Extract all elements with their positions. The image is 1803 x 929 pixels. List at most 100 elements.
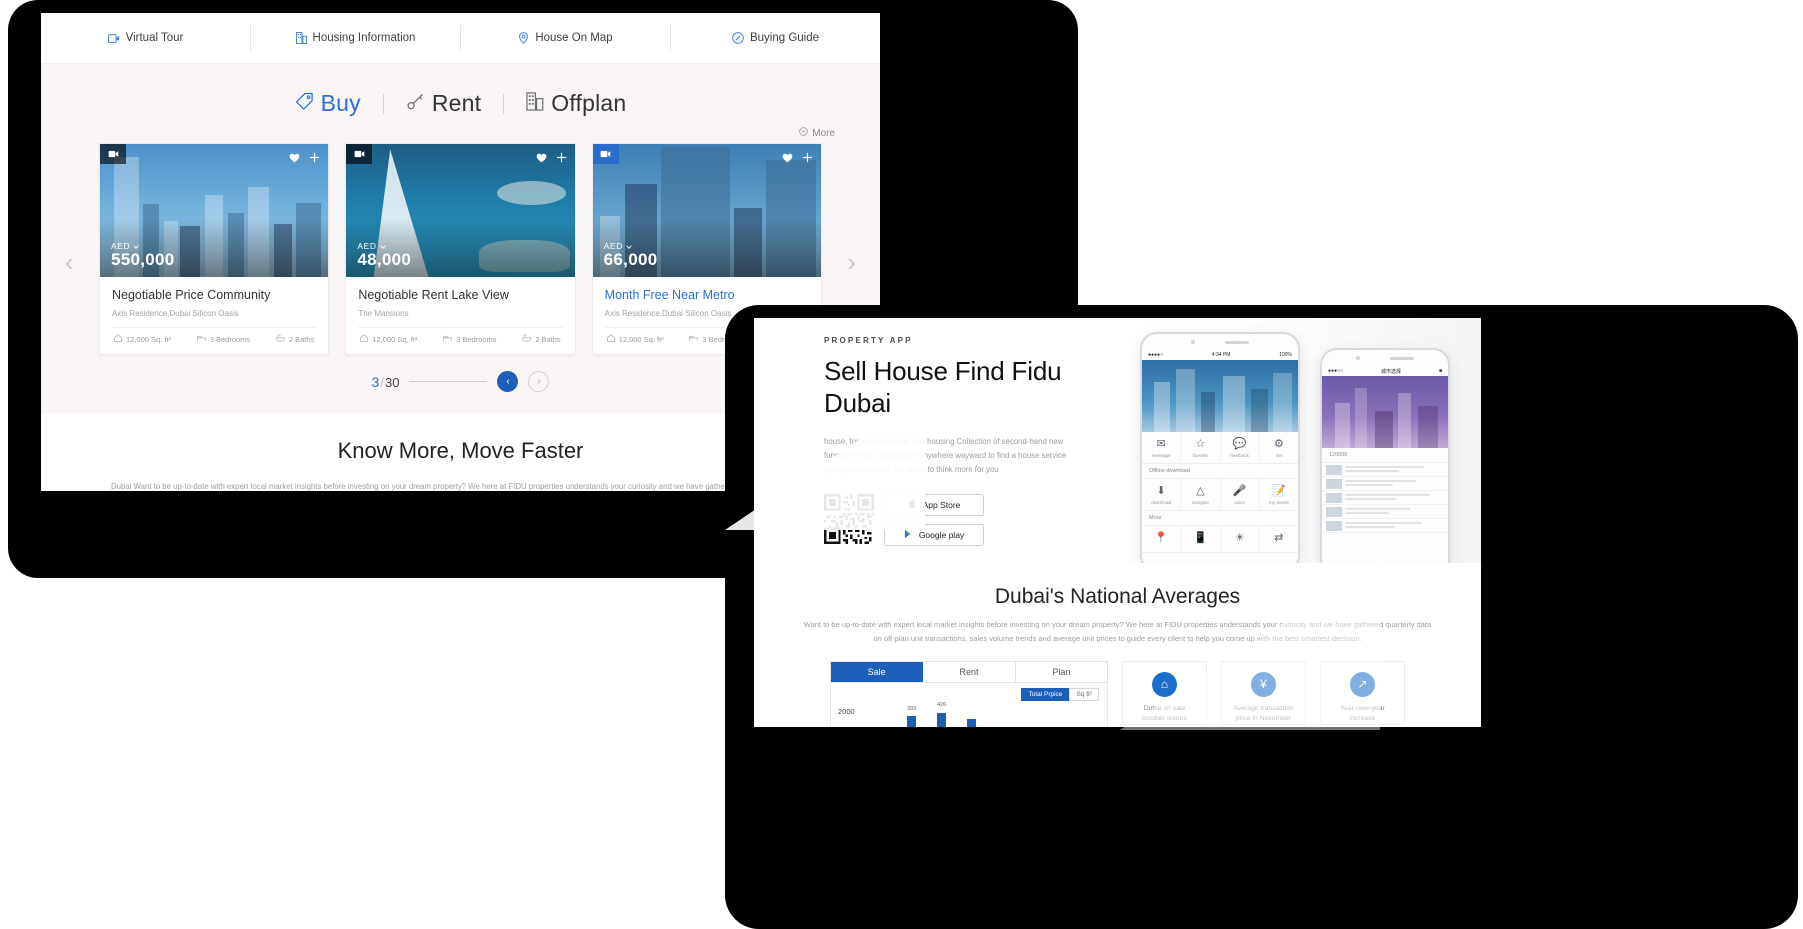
listing-thumbnail xyxy=(1326,478,1342,489)
add-icon[interactable] xyxy=(556,150,567,168)
favorite-icon[interactable] xyxy=(289,150,300,168)
phone-tool-my-tracks[interactable]: 📝 my tracks xyxy=(1260,479,1298,510)
tool-label: download xyxy=(1151,500,1171,505)
phone-hero-image xyxy=(1322,376,1448,448)
share-icon: ⇄ xyxy=(1274,532,1284,544)
chart-y-tick: 2000 xyxy=(838,706,855,716)
category-offplan[interactable]: Offplan xyxy=(504,90,648,117)
list-item[interactable] xyxy=(1322,477,1448,491)
home-icon: ⌂ xyxy=(1152,671,1177,697)
averages-body: Sale Rent Plan Total Prpice Sq ft² 2000 … xyxy=(754,647,1481,727)
chart-toggle-sqft[interactable]: Sq ft² xyxy=(1069,687,1099,701)
add-icon[interactable] xyxy=(309,150,320,168)
feature-label: 12,000 Sq. ft² xyxy=(372,334,418,344)
phone-tool-voice[interactable]: 🎤 voice xyxy=(1221,479,1260,510)
feature-label: 12,000 Sq. ft² xyxy=(126,334,172,344)
add-icon[interactable] xyxy=(802,150,813,168)
card-price-block: AED 66,000 xyxy=(604,241,658,269)
topnav-item-virtual-tour[interactable]: Virtual Tour xyxy=(41,25,251,51)
topnav-item-house-on-map[interactable]: House On Map xyxy=(461,25,671,51)
card-features: 12,000 Sq. ft² 3 Bedrooms 2 Baths xyxy=(358,327,563,346)
phone-action-feedback[interactable]: 💬 feedback xyxy=(1221,432,1260,463)
phone-tool-location[interactable]: 📍 xyxy=(1142,526,1182,552)
topnav-label: Buying Guide xyxy=(749,32,820,44)
app-store-button[interactable]: App Store xyxy=(884,494,984,517)
segment-sale[interactable]: Sale xyxy=(831,661,924,682)
app-promo-hero: PROPERTY APP Sell House Find Fidu Dubai … xyxy=(754,318,1481,578)
listing-thumbnail xyxy=(1326,506,1342,517)
card-image: AED 66,000 xyxy=(592,144,821,277)
feature-area: 12,000 Sq. ft² xyxy=(360,334,417,344)
phone-carrier: ●●●●○ xyxy=(1148,352,1164,358)
stat-card-average-price[interactable]: ¥ Average transaction price in November xyxy=(1221,660,1306,725)
stat-card-text: Dubai on sale october source xyxy=(1142,704,1187,723)
topnav-item-housing-information[interactable]: Housing Information xyxy=(251,25,461,51)
phone-city-label: 城市选择 xyxy=(1381,368,1402,375)
feedback-icon: 💬 xyxy=(1232,438,1247,450)
card-image: AED 550,000 xyxy=(100,144,329,277)
carousel-next-arrow[interactable]: › xyxy=(847,247,856,278)
phone-tool-weather[interactable]: ☀ xyxy=(1221,526,1260,552)
phone-tool-download[interactable]: ⬇ download xyxy=(1142,479,1182,510)
phone-status-bar: ●●●●○ 4:34 PM 100% xyxy=(1142,350,1298,360)
feature-label: 2 Baths xyxy=(288,334,315,344)
google-play-button[interactable]: Google play xyxy=(884,524,984,547)
pagination-total: 30 xyxy=(384,374,400,390)
phone-tool-share[interactable]: ⇄ xyxy=(1260,526,1298,552)
more-circle-icon xyxy=(799,127,808,139)
list-item[interactable] xyxy=(1322,505,1448,519)
favorite-icon[interactable] xyxy=(536,150,547,168)
card-price: 48,000 xyxy=(357,250,412,270)
phone-tool-phone[interactable]: 📱 xyxy=(1181,526,1221,552)
list-item[interactable] xyxy=(1322,491,1448,505)
stat-card-on-sale[interactable]: ⌂ Dubai on sale october source xyxy=(1122,660,1207,725)
phone-action-message[interactable]: ✉ message xyxy=(1142,432,1182,463)
video-camera-icon xyxy=(107,33,120,44)
property-card[interactable]: AED 550,000 Negotiable Price Community A… xyxy=(99,143,330,355)
segment-rent[interactable]: Rent xyxy=(923,661,1016,682)
category-label: Rent xyxy=(431,90,482,116)
bar-value-label: 393 xyxy=(907,705,917,712)
app-download-row: App Store Google play xyxy=(824,494,1124,547)
area-icon xyxy=(606,334,615,344)
tool-label: navigate xyxy=(1191,500,1210,505)
property-card-list: AED 550,000 Negotiable Price Community A… xyxy=(99,143,822,355)
phone-mockup-primary: ●●●●○ 4:34 PM 100% ✉ message ☆ favorite 💬 f… xyxy=(1140,332,1300,572)
list-item[interactable] xyxy=(1322,519,1448,533)
qr-code xyxy=(824,494,874,545)
more-link[interactable]: More xyxy=(799,127,835,139)
stat-card-yoy-increase[interactable]: ↗ Year-over-year increase xyxy=(1320,660,1405,725)
national-averages-section: Dubai's National Averages Want to be up-… xyxy=(754,563,1481,727)
phone-action-favorite[interactable]: ☆ favorite xyxy=(1181,432,1221,463)
video-icon xyxy=(100,144,126,164)
navigate-icon: △ xyxy=(1196,485,1205,497)
phone-section-more: More xyxy=(1142,511,1298,526)
phone-time: 4:34 PM xyxy=(1211,352,1231,358)
app-store-label: App Store xyxy=(922,500,961,511)
pagination-progress-line xyxy=(409,381,488,382)
card-subtitle: Axis Residence,Dubai Silicon Oasis xyxy=(112,309,239,318)
property-card[interactable]: AED 48,000 Negotiable Rent Lake View The… xyxy=(345,143,576,355)
phone-tool-navigate[interactable]: △ navigate xyxy=(1181,479,1221,510)
card-title[interactable]: Negotiable Price Community xyxy=(112,288,316,302)
video-icon xyxy=(346,144,373,164)
pagination-next-button[interactable]: › xyxy=(528,371,550,392)
google-play-label: Google play xyxy=(918,530,965,541)
star-icon: ☆ xyxy=(1195,438,1206,450)
favorite-icon[interactable] xyxy=(782,150,793,168)
weather-icon: ☀ xyxy=(1234,532,1245,544)
card-title[interactable]: Month Free Near Metro xyxy=(605,288,809,302)
phone-action-set[interactable]: ⚙ set xyxy=(1260,432,1298,463)
card-features: 12,000 Sq. ft² 3 Bedrooms 2 Baths xyxy=(112,327,317,346)
category-buy[interactable]: Buy xyxy=(273,90,383,117)
carousel-prev-arrow[interactable]: ‹ xyxy=(65,247,74,278)
app-description: house, for you to provide real housing C… xyxy=(824,437,1067,474)
list-item[interactable] xyxy=(1322,463,1448,477)
category-rent[interactable]: Rent xyxy=(384,90,503,117)
phone-hero-image xyxy=(1142,360,1298,432)
topnav-item-buying-guide[interactable]: Buying Guide xyxy=(671,25,880,51)
stat-card-text: Year-over-year increase xyxy=(1340,704,1385,723)
pagination-prev-button[interactable]: ‹ xyxy=(497,371,519,392)
card-title[interactable]: Negotiable Rent Lake View xyxy=(358,288,562,302)
segment-plan[interactable]: Plan xyxy=(1016,662,1107,682)
